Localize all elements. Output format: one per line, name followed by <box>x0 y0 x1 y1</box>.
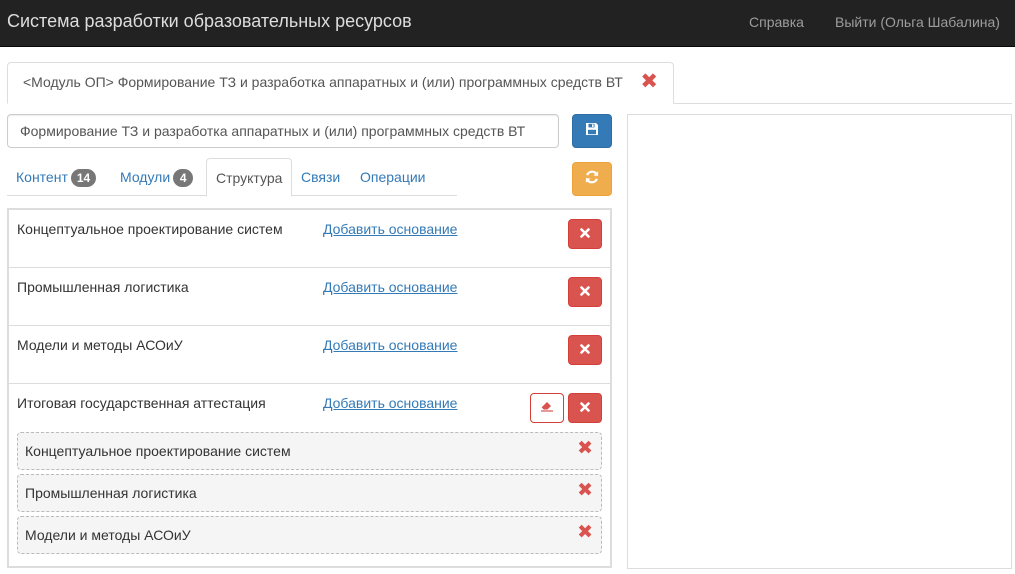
tab-links-label: Связи <box>301 169 341 185</box>
logout-link[interactable]: Выйти (Ольга Шабалина) <box>835 14 1000 30</box>
clear-basis-button[interactable] <box>530 393 564 423</box>
preview-panel <box>627 114 1012 569</box>
subtabs: Контент 14 Модули 4 Структура Связи Операц… <box>7 158 457 197</box>
eraser-icon <box>540 399 554 417</box>
delete-row-button[interactable] <box>568 219 602 249</box>
close-icon[interactable]: ✖ <box>577 521 593 544</box>
help-link[interactable]: Справка <box>749 14 804 30</box>
close-icon[interactable]: ✖ <box>577 437 593 460</box>
structure-row-label: Концептуальное проектирование систем <box>17 221 283 237</box>
tab-links[interactable]: Связи <box>292 158 349 196</box>
app-title[interactable]: Система разработки образовательных ресур… <box>7 11 412 32</box>
basis-item: Промышленная логистика ✖ <box>17 474 602 512</box>
tab-structure[interactable]: Структура <box>206 158 293 197</box>
close-icon[interactable]: ✖ <box>640 69 658 94</box>
navbar: Система разработки образовательных ресур… <box>0 0 1015 47</box>
document-tab-label: <Модуль ОП> Формирование ТЗ и разработка… <box>23 74 623 90</box>
add-basis-link[interactable]: Добавить основание <box>323 337 457 353</box>
basis-item: Концептуальное проектирование систем ✖ <box>17 432 602 470</box>
tab-operations-label: Операции <box>360 169 426 185</box>
tab-content[interactable]: Контент 14 <box>7 158 105 196</box>
tab-operations[interactable]: Операции <box>351 158 435 196</box>
add-basis-link[interactable]: Добавить основание <box>323 221 457 237</box>
tab-modules[interactable]: Модули 4 <box>111 158 202 196</box>
structure-row: Концептуальное проектирование систем Доб… <box>9 210 610 268</box>
tab-content-label: Контент <box>16 169 68 185</box>
structure-row: Модели и методы АСОиУ Добавить основание <box>9 326 610 384</box>
delete-row-button[interactable] <box>568 393 602 423</box>
delete-row-button[interactable] <box>568 277 602 307</box>
remove-icon <box>580 225 590 243</box>
refresh-button[interactable] <box>572 162 612 196</box>
basis-item-label: Модели и методы АСОиУ <box>25 527 191 543</box>
structure-row-label: Итоговая государственная аттестация <box>17 395 266 411</box>
floppy-disk-icon <box>585 122 599 141</box>
close-icon[interactable]: ✖ <box>577 479 593 502</box>
document-tab[interactable]: <Модуль ОП> Формирование ТЗ и разработка… <box>7 62 674 104</box>
structure-row-label: Модели и методы АСОиУ <box>17 337 183 353</box>
tab-modules-badge: 4 <box>173 169 194 187</box>
basis-item-label: Концептуальное проектирование систем <box>25 443 291 459</box>
remove-icon <box>580 341 590 359</box>
structure-row-label: Промышленная логистика <box>17 279 189 295</box>
delete-row-button[interactable] <box>568 335 602 365</box>
basis-item-label: Промышленная логистика <box>25 485 197 501</box>
tab-structure-label: Структура <box>216 170 283 186</box>
basis-item: Модели и методы АСОиУ ✖ <box>17 516 602 554</box>
refresh-icon <box>584 169 600 190</box>
tab-modules-label: Модули <box>120 169 171 185</box>
tabs-divider <box>674 103 1012 104</box>
save-button[interactable] <box>572 114 612 148</box>
add-basis-link[interactable]: Добавить основание <box>323 279 457 295</box>
structure-row-expanded: Итоговая государственная аттестация Доба… <box>9 384 610 566</box>
tab-content-badge: 14 <box>70 169 97 187</box>
structure-panel: Концептуальное проектирование систем Доб… <box>7 208 612 568</box>
remove-icon <box>580 399 590 417</box>
structure-row: Промышленная логистика Добавить основани… <box>9 268 610 326</box>
remove-icon <box>580 283 590 301</box>
add-basis-link[interactable]: Добавить основание <box>323 395 457 411</box>
module-name-input[interactable] <box>7 114 559 148</box>
